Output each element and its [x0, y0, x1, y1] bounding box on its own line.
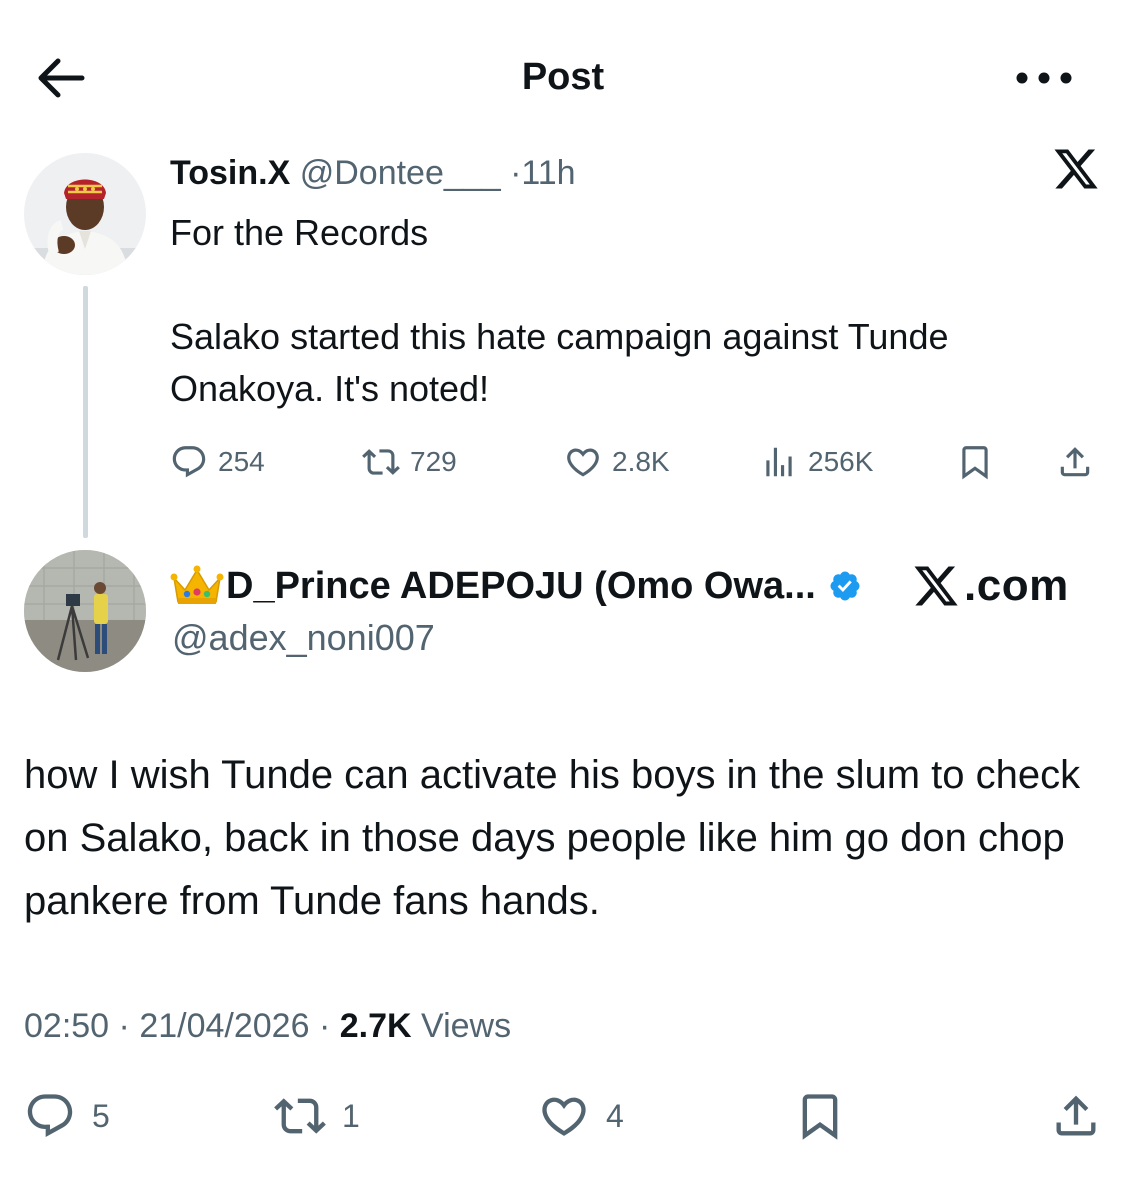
reply-icon — [27, 1094, 73, 1138]
main-post-text: how I wish Tunde can activate his boys i… — [24, 753, 1081, 923]
x-com-label: .com — [964, 561, 1069, 610]
main-post-actions: 5 1 4 — [24, 1090, 1104, 1142]
views-count: 256K — [808, 446, 874, 477]
verified-badge-icon — [830, 571, 860, 601]
reply-button[interactable]: 5 — [24, 1090, 110, 1142]
reply-count: 254 — [218, 446, 265, 477]
reply-icon — [172, 446, 206, 478]
share-button[interactable] — [1056, 440, 1094, 484]
like-count: 2.8K — [612, 446, 670, 477]
views-button[interactable]: 256K — [760, 440, 873, 484]
avatar[interactable] — [24, 550, 146, 672]
heart-icon — [542, 1097, 586, 1136]
separator: · — [318, 1007, 331, 1045]
separator: · — [118, 1007, 130, 1045]
post-time[interactable]: 11h — [521, 154, 575, 192]
post-time[interactable]: 02:50 — [24, 1007, 109, 1045]
repost-button[interactable]: 729 — [362, 440, 457, 484]
reply-count: 5 — [92, 1097, 110, 1134]
bookmark-icon — [802, 1094, 838, 1140]
repost-button[interactable]: 1 — [274, 1090, 360, 1142]
x-logo-icon — [914, 566, 958, 606]
bookmark-button[interactable] — [794, 1090, 846, 1142]
quoted-post-text: For the Records Salako started this hate… — [170, 207, 1100, 415]
repost-count: 729 — [410, 446, 457, 477]
bookmark-icon — [962, 446, 988, 480]
quoted-post-line: Salako started this hate campaign agains… — [170, 316, 949, 409]
main-post-author: D_Prince ADEPOJU (Omo Owa... — [170, 560, 862, 612]
display-name[interactable]: D_Prince ADEPOJU (Omo Owa... — [226, 565, 816, 608]
like-button[interactable]: 2.8K — [564, 440, 670, 484]
like-button[interactable]: 4 — [538, 1090, 624, 1142]
crown-emoji-icon — [170, 565, 224, 604]
share-button[interactable] — [1050, 1090, 1102, 1142]
reply-button[interactable]: 254 — [170, 440, 265, 484]
more-options-button[interactable] — [1006, 58, 1082, 98]
quoted-post-actions: 254 729 2.8K 256K — [170, 440, 1100, 484]
thread-connector — [83, 286, 88, 538]
bookmark-button[interactable] — [956, 440, 994, 484]
x-com-watermark: .com — [912, 560, 1069, 612]
more-icon — [1016, 72, 1072, 84]
quoted-post-header: Tosin.X @Dontee___ ·11h — [170, 150, 576, 196]
repost-count: 1 — [342, 1097, 360, 1134]
x-logo-icon — [1052, 145, 1100, 193]
post-metadata: 02:50 · 21/04/2026 · 2.7K Views — [24, 1002, 511, 1050]
handle[interactable]: @adex_noni007 — [172, 614, 435, 662]
like-count: 4 — [606, 1097, 624, 1134]
views-count: 2.7K — [339, 1007, 412, 1045]
display-name[interactable]: Tosin.X — [170, 154, 290, 192]
handle[interactable]: @Dontee___ — [300, 154, 501, 192]
page-title: Post — [521, 56, 605, 98]
avatar[interactable] — [24, 153, 146, 275]
post-date[interactable]: 21/04/2026 — [139, 1007, 309, 1045]
heart-icon — [567, 448, 599, 477]
separator: · — [510, 154, 522, 192]
views-label: Views — [421, 1007, 512, 1045]
repost-icon — [274, 1098, 326, 1134]
share-icon — [1056, 1095, 1096, 1136]
repost-icon — [362, 449, 400, 475]
quoted-post-line: For the Records — [170, 212, 429, 253]
share-icon — [1060, 447, 1090, 477]
views-icon — [766, 447, 792, 477]
